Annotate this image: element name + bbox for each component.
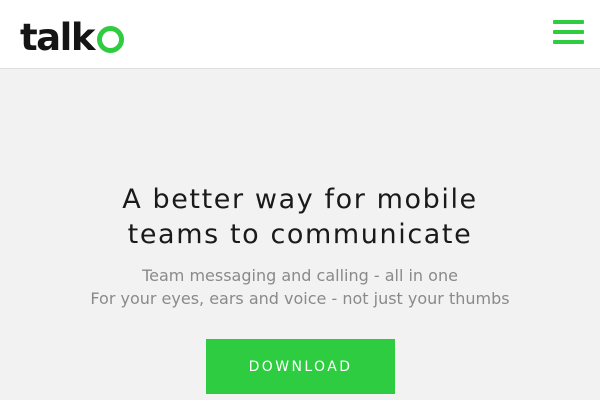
hero-headline: A better way for mobile teams to communi…	[0, 182, 600, 252]
headline-line-1: A better way for mobile	[122, 184, 478, 215]
headline-line-2: teams to communicate	[127, 219, 473, 250]
talko-logo[interactable]: talk	[20, 12, 124, 56]
subtext-line-2: For your eyes, ears and voice - not just…	[90, 289, 510, 308]
download-button[interactable]: DOWNLOAD	[206, 339, 395, 394]
hero-subtext: Team messaging and calling - all in one …	[0, 264, 600, 310]
menu-bar-top	[553, 20, 584, 24]
logo-text: talk	[20, 16, 95, 59]
site-header: talk	[0, 0, 600, 69]
logo-o-ring	[96, 26, 124, 53]
subtext-line-1: Team messaging and calling - all in one	[142, 266, 458, 285]
menu-bar-bottom	[553, 40, 584, 44]
hamburger-menu-icon[interactable]	[553, 18, 584, 46]
menu-bar-middle	[553, 30, 584, 34]
hero-section: A better way for mobile teams to communi…	[0, 70, 600, 400]
